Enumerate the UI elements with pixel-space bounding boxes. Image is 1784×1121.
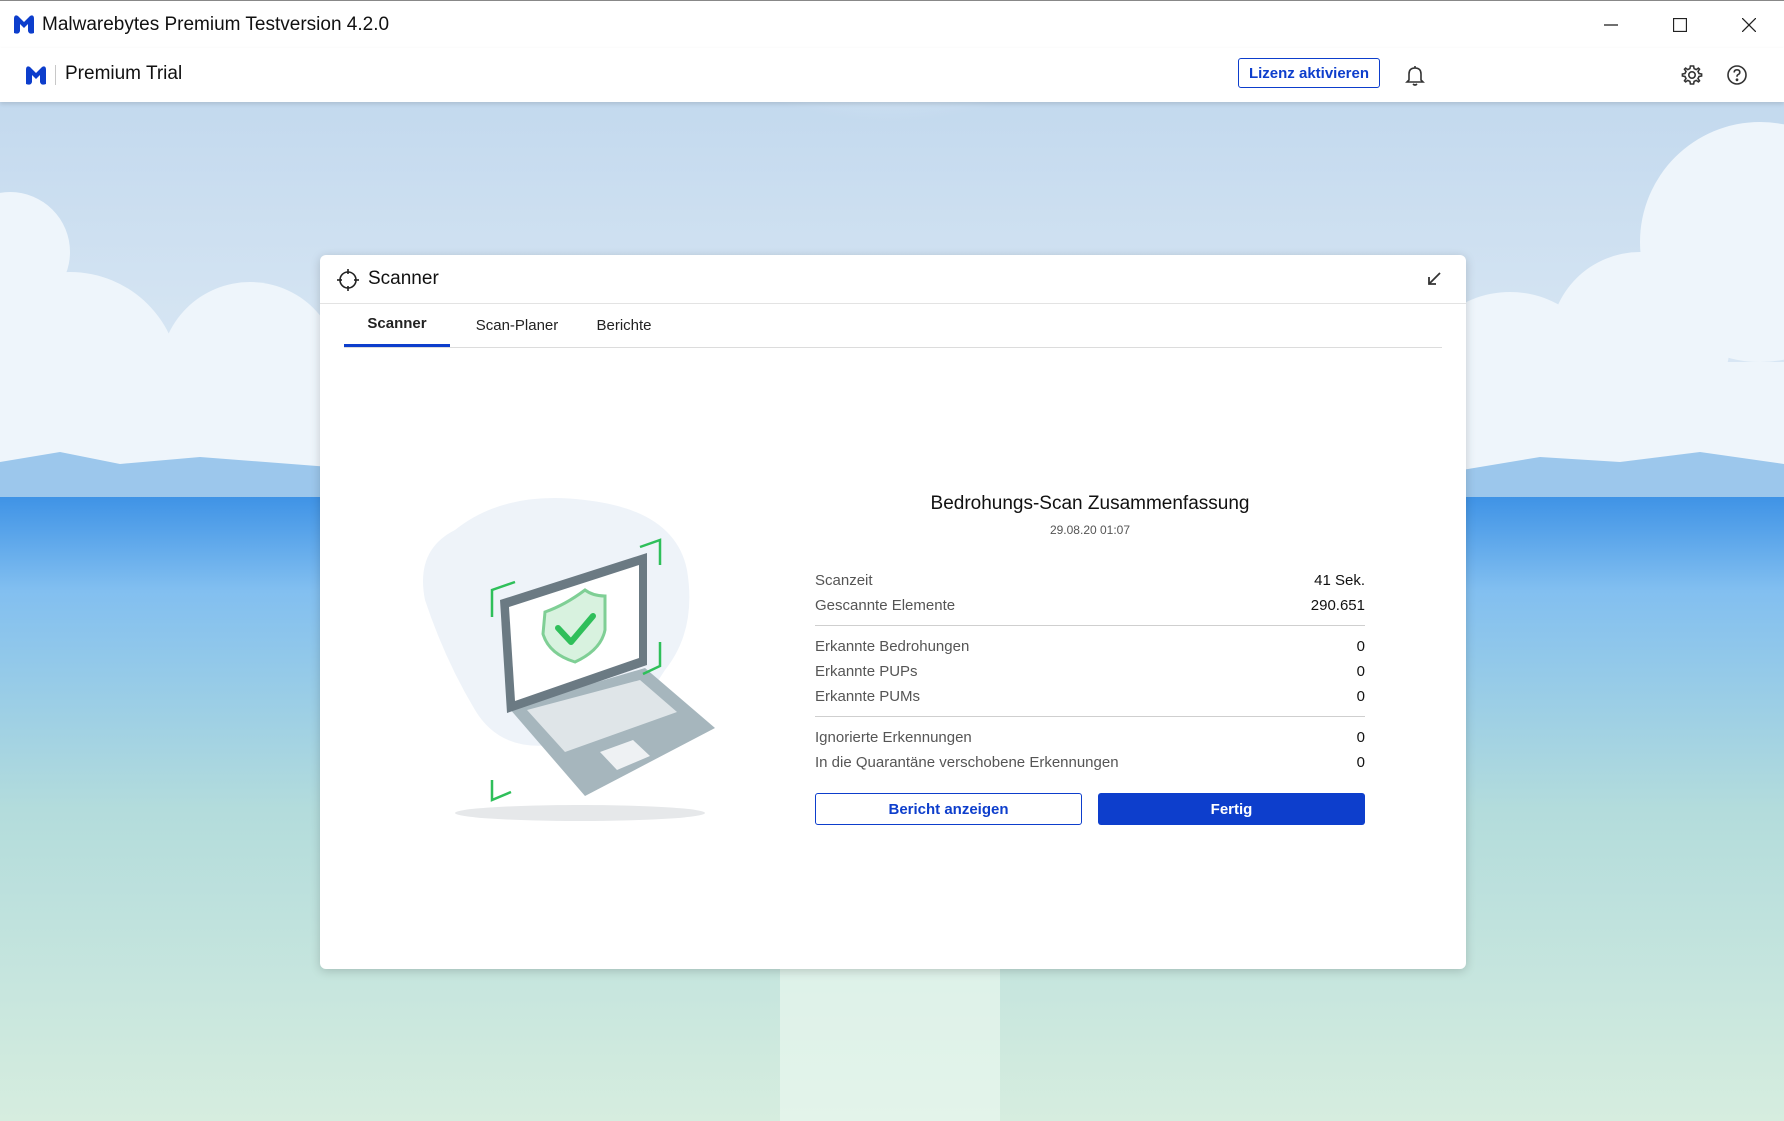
- summary-group-detections: Erkannte Bedrohungen 0 Erkannte PUPs 0 E…: [815, 634, 1365, 709]
- summary-actions: Bericht anzeigen Fertig: [815, 793, 1365, 825]
- notifications-button[interactable]: [1401, 61, 1429, 89]
- window-titlebar: Malwarebytes Premium Testversion 4.2.0: [0, 0, 1784, 49]
- app-header: Premium Trial Lizenz aktivieren: [0, 48, 1784, 102]
- summary-row: Scanzeit 41 Sek.: [815, 568, 1365, 593]
- summary-value: 41 Sek.: [1314, 572, 1365, 589]
- help-button[interactable]: [1723, 61, 1751, 89]
- malwarebytes-logo-icon: [14, 15, 34, 34]
- scanner-panel-header: Scanner: [320, 255, 1466, 304]
- header-separator: [55, 65, 56, 85]
- summary-label: Scanzeit: [815, 572, 873, 589]
- summary-row: Erkannte Bedrohungen 0: [815, 634, 1365, 659]
- close-icon: [1742, 18, 1756, 32]
- summary-label: Ignorierte Erkennungen: [815, 729, 972, 746]
- product-label: Premium Trial: [65, 63, 183, 84]
- scan-complete-illustration: [423, 498, 715, 821]
- arrow-down-left-icon: [1428, 272, 1441, 285]
- summary-value: 0: [1356, 729, 1365, 746]
- summary-row: Erkannte PUPs 0: [815, 659, 1365, 684]
- bell-icon: [1405, 66, 1425, 86]
- view-report-button[interactable]: Bericht anzeigen: [815, 793, 1082, 825]
- summary-heading: Bedrohungs-Scan Zusammenfassung: [930, 493, 1250, 514]
- window-title: Malwarebytes Premium Testversion 4.2.0: [42, 14, 390, 35]
- minimize-button[interactable]: [1576, 1, 1646, 49]
- summary-label: In die Quarantäne verschobene Erkennunge…: [815, 754, 1119, 771]
- gear-icon: [1681, 65, 1703, 85]
- summary-divider: [815, 716, 1365, 717]
- summary-row: Erkannte PUMs 0: [815, 684, 1365, 709]
- summary-divider: [815, 625, 1365, 626]
- tab-berichte[interactable]: Berichte: [584, 303, 664, 347]
- summary-label: Gescannte Elemente: [815, 597, 956, 614]
- summary-value: 0: [1356, 754, 1365, 771]
- collapse-panel-button[interactable]: [1420, 265, 1448, 293]
- scanner-tabs: Scanner Scan-Planer Berichte: [344, 303, 1442, 348]
- summary-value: 290.651: [1310, 597, 1365, 614]
- summary-group-handled: Ignorierte Erkennungen 0 In die Quarantä…: [815, 725, 1365, 775]
- done-button[interactable]: Fertig: [1098, 793, 1365, 825]
- scan-summary: Bedrohungs-Scan Zusammenfassung 29.08.20…: [815, 493, 1365, 825]
- summary-row: In die Quarantäne verschobene Erkennunge…: [815, 750, 1365, 775]
- summary-value: 0: [1356, 663, 1365, 680]
- summary-value: 0: [1356, 638, 1365, 655]
- scanner-panel-title: Scanner: [368, 268, 439, 289]
- summary-label: Erkannte PUPs: [815, 663, 918, 680]
- summary-group-scan: Scanzeit 41 Sek. Gescannte Elemente 290.…: [815, 568, 1365, 618]
- settings-button[interactable]: [1678, 61, 1706, 89]
- help-icon: [1727, 65, 1747, 85]
- maximize-button[interactable]: [1645, 1, 1715, 49]
- summary-row: Gescannte Elemente 290.651: [815, 593, 1365, 618]
- summary-label: Erkannte PUMs: [815, 688, 921, 705]
- tab-scanner[interactable]: Scanner: [344, 303, 450, 347]
- maximize-icon: [1673, 18, 1687, 32]
- crosshair-icon: [337, 269, 359, 291]
- tab-scan-planer[interactable]: Scan-Planer: [462, 303, 572, 347]
- malwarebytes-logo-icon: [26, 66, 46, 85]
- activate-license-button[interactable]: Lizenz aktivieren: [1238, 58, 1380, 88]
- summary-row: Ignorierte Erkennungen 0: [815, 725, 1365, 750]
- minimize-icon: [1604, 24, 1618, 26]
- summary-date: 29.08.20 01:07: [1049, 523, 1131, 537]
- summary-label: Erkannte Bedrohungen: [815, 638, 970, 655]
- close-button[interactable]: [1714, 1, 1784, 49]
- scanner-panel: Scanner Scanner Scan-Planer Berichte Bed…: [320, 255, 1466, 969]
- summary-value: 0: [1356, 688, 1365, 705]
